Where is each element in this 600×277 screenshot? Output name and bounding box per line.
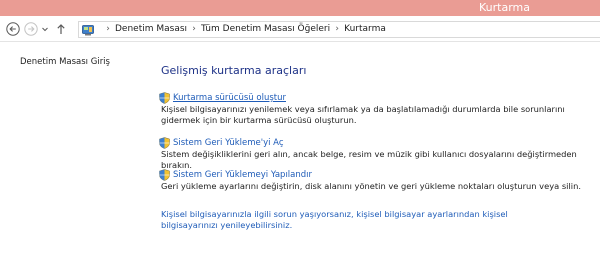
page-title: Gelişmiş kurtarma araçları	[161, 64, 307, 77]
breadcrumb-separator-icon[interactable]: ›	[330, 24, 344, 34]
shield-icon	[159, 92, 170, 104]
breadcrumb-separator-icon[interactable]: ›	[101, 24, 115, 34]
sidebar: Denetim Masası Giriş	[0, 43, 150, 277]
create-recovery-drive-link[interactable]: Kurtarma sürücüsü oluştur	[173, 93, 286, 103]
breadcrumb-item-all-items[interactable]: Tüm Denetim Masası Öğeleri	[201, 24, 330, 34]
arrow-left-icon	[6, 22, 20, 36]
create-recovery-drive-description: Kişisel bilgisayarınızı yenilemek veya s…	[161, 104, 565, 125]
configure-system-restore-link[interactable]: Sistem Geri Yüklemeyi Yapılandır	[173, 170, 312, 180]
open-system-restore-link[interactable]: Sistem Geri Yükleme'yi Aç	[173, 138, 284, 148]
breadcrumb-item-control-panel[interactable]: Denetim Masası	[115, 24, 187, 34]
back-button[interactable]	[6, 22, 20, 36]
shield-icon	[159, 169, 170, 181]
up-button[interactable]	[54, 22, 68, 36]
breadcrumb: › Denetim Masası › Tüm Denetim Masası Öğ…	[101, 24, 386, 34]
forward-button[interactable]	[24, 22, 38, 36]
chevron-down-icon	[42, 27, 48, 32]
arrow-up-icon	[57, 24, 65, 34]
recent-locations-button[interactable]	[41, 22, 49, 36]
system-restore-item[interactable]: Sistem Geri Yükleme'yi Aç	[159, 137, 284, 149]
title-bar: Kurtarma	[0, 0, 600, 16]
breadcrumb-separator-icon[interactable]: ›	[187, 24, 201, 34]
window-title: Kurtarma	[479, 1, 530, 14]
breadcrumb-item-recovery[interactable]: Kurtarma	[344, 24, 386, 34]
open-system-restore-description: Sistem değişikliklerini geri alın, ancak…	[161, 149, 577, 170]
navigation-bar: › Denetim Masası › Tüm Denetim Masası Öğ…	[0, 16, 600, 42]
sidebar-item-control-panel-home[interactable]: Denetim Masası Giriş	[20, 57, 110, 67]
recovery-drive-item[interactable]: Kurtarma sürücüsü oluştur	[159, 92, 286, 104]
configure-system-restore-item[interactable]: Sistem Geri Yüklemeyi Yapılandır	[159, 169, 312, 181]
arrow-right-icon	[24, 22, 38, 36]
address-bar[interactable]: › Denetim Masası › Tüm Denetim Masası Öğ…	[78, 21, 600, 38]
control-panel-icon	[82, 25, 94, 36]
refresh-pc-link[interactable]: Kişisel bilgisayarınızla ilgili sorun ya…	[161, 209, 561, 231]
shield-icon	[159, 137, 170, 149]
configure-system-restore-description: Geri yükleme ayarlarını değiştirin, disk…	[161, 181, 581, 191]
